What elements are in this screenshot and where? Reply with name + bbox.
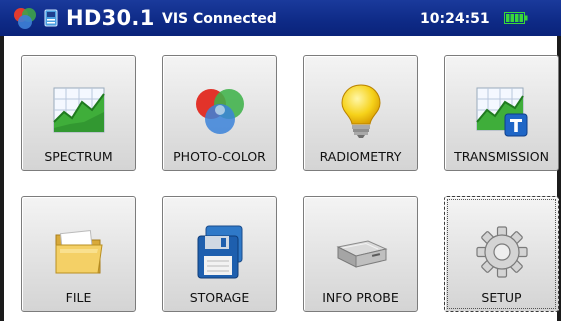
- file-label: FILE: [65, 290, 92, 305]
- file-button[interactable]: FILE: [21, 196, 136, 312]
- spectrum-chart-icon: [53, 87, 105, 133]
- radiometry-button[interactable]: RADIOMETRY: [303, 55, 418, 171]
- photo-color-label: PHOTO-COLOR: [173, 149, 266, 164]
- info-probe-label: INFO PROBE: [322, 290, 399, 305]
- light-bulb-icon: [341, 84, 381, 138]
- gear-icon: [476, 226, 528, 278]
- battery-full-icon: [504, 12, 528, 24]
- transmission-button[interactable]: TRANSMISSION: [444, 55, 559, 171]
- probe-drive-icon: [336, 240, 388, 268]
- folder-icon: [55, 229, 103, 274]
- transmission-chart-icon: [476, 87, 528, 137]
- connection-status: VIS Connected: [162, 11, 277, 27]
- radiometry-label: RADIOMETRY: [319, 149, 402, 164]
- clock: 10:24:51: [420, 11, 490, 27]
- device-icon: [44, 9, 58, 27]
- app-logo-icon: [14, 8, 36, 29]
- storage-label: STORAGE: [189, 290, 250, 305]
- floppy-disk-icon: [197, 225, 243, 279]
- storage-button[interactable]: STORAGE: [162, 196, 277, 312]
- setup-button[interactable]: SETUP: [444, 196, 559, 312]
- transmission-label: TRANSMISSION: [454, 149, 549, 164]
- info-probe-button[interactable]: INFO PROBE: [303, 196, 418, 312]
- rgb-circles-icon: [196, 89, 244, 134]
- screen-border-left: [0, 36, 4, 321]
- spectrum-label: SPECTRUM: [44, 149, 113, 164]
- setup-label: SETUP: [481, 290, 522, 305]
- device-model: HD30.1: [66, 6, 155, 30]
- photo-color-button[interactable]: PHOTO-COLOR: [162, 55, 277, 171]
- status-bar: HD30.1 VIS Connected 10:24:51: [0, 0, 561, 36]
- spectrum-button[interactable]: SPECTRUM: [21, 55, 136, 171]
